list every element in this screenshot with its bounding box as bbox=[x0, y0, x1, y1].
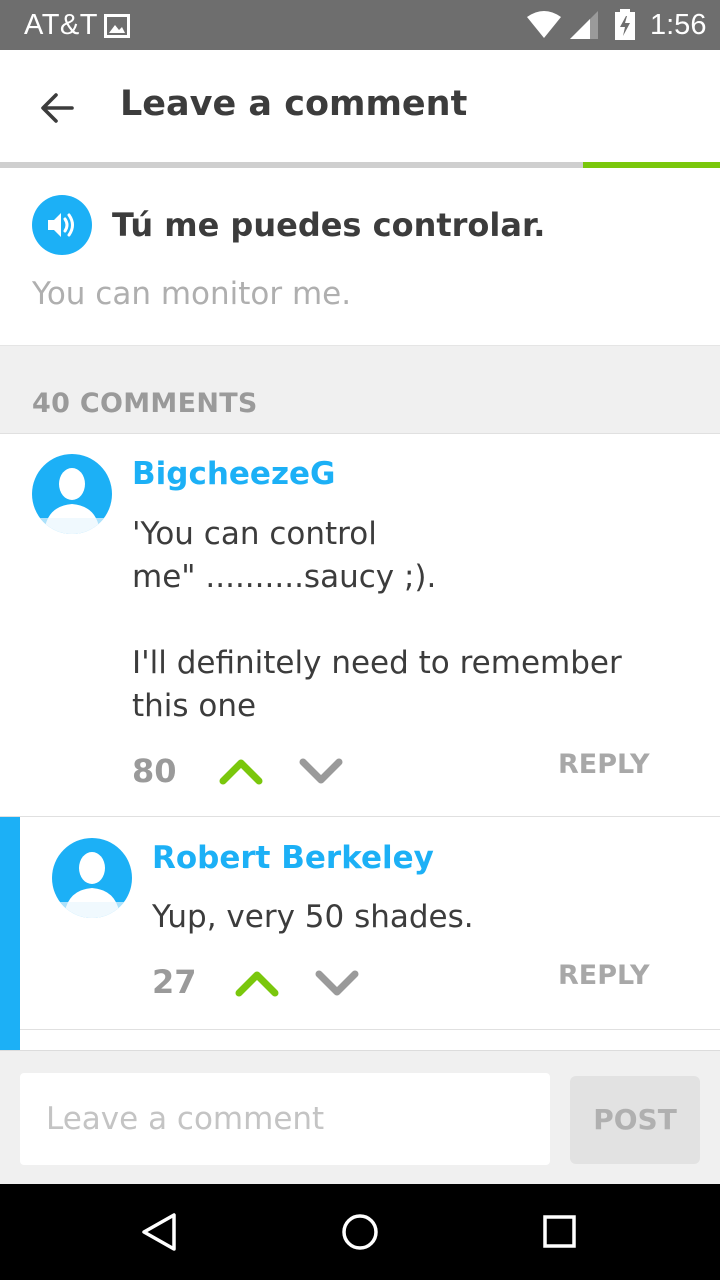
comment-body: 'You can control me" ..........saucy ;).… bbox=[132, 516, 622, 724]
reply-thread-indicator bbox=[0, 817, 20, 1050]
status-bar: AT&T 1:56 bbox=[0, 0, 720, 50]
downvote-button[interactable] bbox=[298, 756, 344, 790]
downvote-button[interactable] bbox=[314, 968, 360, 1002]
cell-signal-icon bbox=[568, 10, 600, 48]
chevron-down-icon bbox=[298, 758, 344, 790]
chevron-up-icon bbox=[218, 759, 264, 790]
image-notification-icon bbox=[104, 13, 130, 38]
comment-author[interactable]: BigcheezeG bbox=[132, 456, 335, 492]
carrier-label: AT&T bbox=[24, 9, 98, 41]
reply-button[interactable]: REPLY bbox=[558, 749, 650, 780]
back-button[interactable] bbox=[24, 84, 88, 130]
comment-body: Yup, very 50 shades. bbox=[152, 899, 474, 935]
app-bar: Leave a comment bbox=[0, 50, 720, 162]
vote-count: 27 bbox=[152, 963, 197, 1001]
upvote-button[interactable] bbox=[218, 756, 264, 790]
battery-charging-icon bbox=[614, 9, 636, 49]
comment-input[interactable] bbox=[20, 1073, 550, 1165]
comment-composer: POST bbox=[0, 1050, 720, 1184]
clock-time: 1:56 bbox=[650, 9, 707, 41]
vote-count: 80 bbox=[132, 752, 177, 790]
nav-home-icon[interactable] bbox=[337, 1210, 383, 1260]
nav-back-icon[interactable] bbox=[138, 1210, 182, 1258]
play-audio-button[interactable] bbox=[32, 195, 92, 255]
comments-header: 40 COMMENTS bbox=[0, 346, 720, 434]
avatar[interactable] bbox=[52, 838, 132, 918]
sentence-translation: You can monitor me. bbox=[32, 276, 352, 312]
comment-item: Robert Berkeley Yup, very 50 shades. 27 … bbox=[20, 817, 720, 1030]
upvote-button[interactable] bbox=[234, 968, 280, 1002]
system-nav-bar bbox=[0, 1184, 720, 1280]
comment-item: BigcheezeG 'You can control me" ........… bbox=[0, 434, 720, 817]
comment-author[interactable]: Robert Berkeley bbox=[152, 840, 434, 876]
sentence-text: Tú me puedes controlar. bbox=[112, 206, 546, 244]
chevron-up-icon bbox=[234, 971, 280, 1002]
chevron-down-icon bbox=[314, 970, 360, 1002]
avatar[interactable] bbox=[32, 454, 112, 534]
page-title: Leave a comment bbox=[120, 84, 468, 124]
comments-count: 40 COMMENTS bbox=[32, 388, 258, 419]
wifi-icon bbox=[526, 11, 562, 47]
nav-recents-icon[interactable] bbox=[540, 1212, 580, 1256]
post-button[interactable]: POST bbox=[570, 1076, 700, 1164]
reply-button[interactable]: REPLY bbox=[558, 960, 650, 991]
sentence-card: Tú me puedes controlar. You can monitor … bbox=[0, 168, 720, 346]
